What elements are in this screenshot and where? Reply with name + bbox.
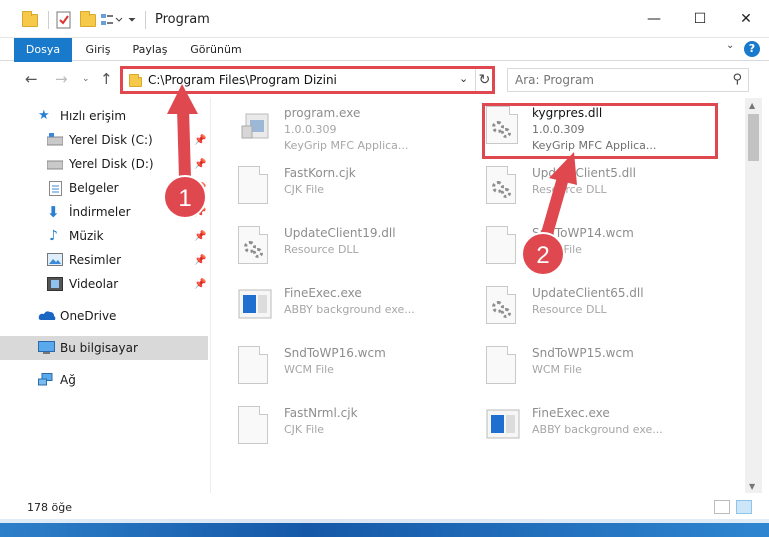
arrow-1 [167, 84, 198, 184]
svg-text:2: 2 [536, 242, 549, 269]
svg-text:1: 1 [178, 185, 191, 212]
arrow-2 [538, 152, 577, 250]
step-badge-2: 2 [521, 232, 565, 276]
annotation-overlay: 1 2 [163, 84, 577, 276]
step-badge-1: 1 [163, 175, 207, 219]
